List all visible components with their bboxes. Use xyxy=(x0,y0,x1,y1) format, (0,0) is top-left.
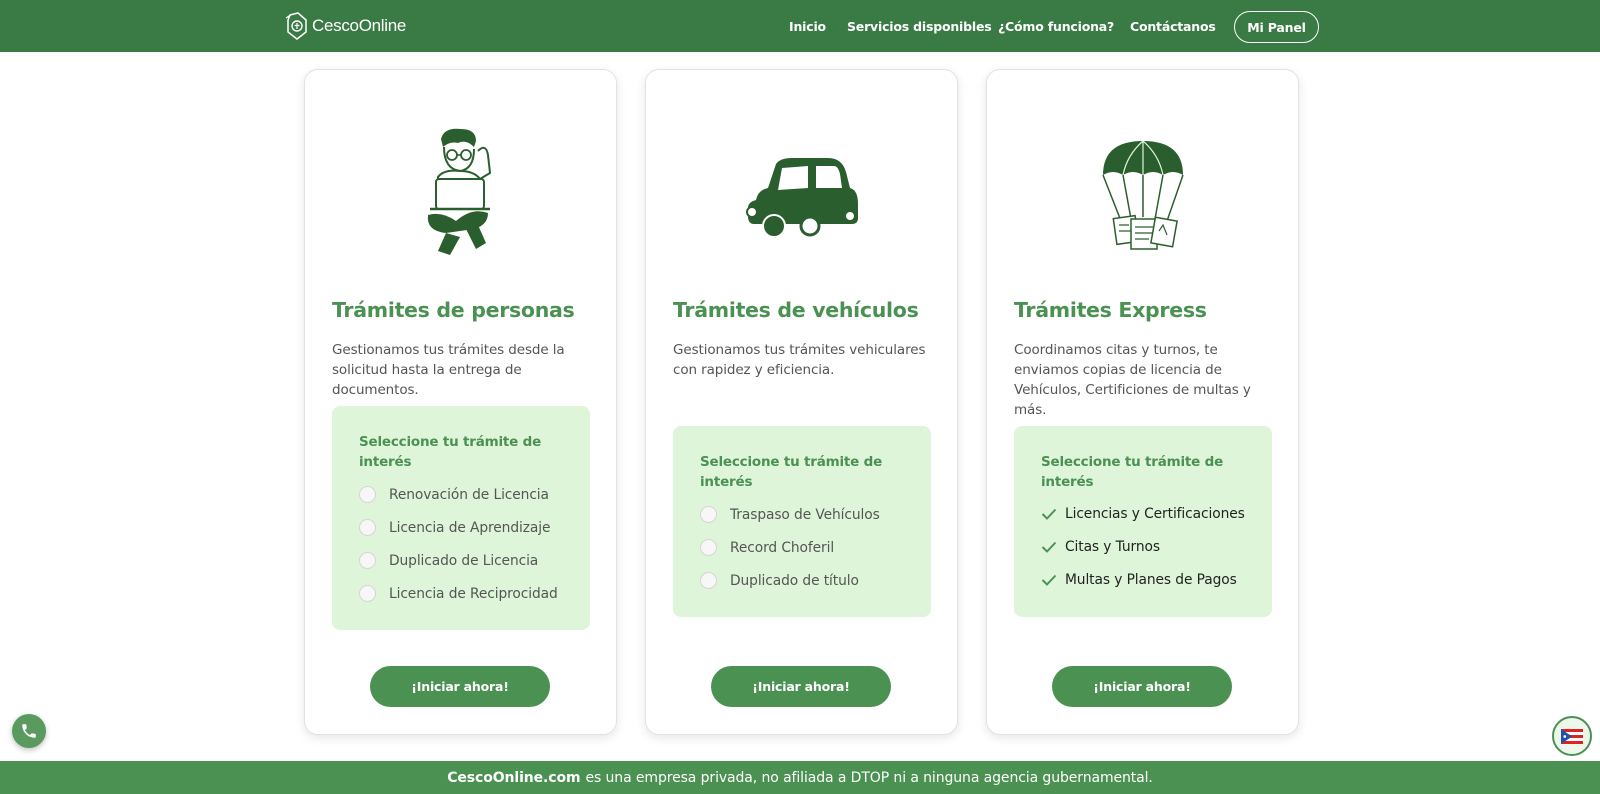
iniciar-ahora-button[interactable]: ¡Iniciar ahora! xyxy=(711,666,891,707)
option-licencia-aprendizaje[interactable]: Licencia de Aprendizaje xyxy=(359,519,550,536)
nav-contactanos[interactable]: Contáctanos xyxy=(1130,19,1216,34)
radio-button[interactable] xyxy=(700,539,717,556)
card-vehiculos: Trámites de vehículos Gestionamos tus tr… xyxy=(645,69,958,735)
brand-name: CescoOnline xyxy=(312,16,407,35)
disclaimer-footer: CescoOnline.com es una empresa privada, … xyxy=(0,761,1600,794)
nav-como-funciona[interactable]: ¿Cómo funciona? xyxy=(998,19,1114,34)
footer-text: es una empresa privada, no afiliada a DT… xyxy=(585,769,1153,786)
option-licencia-reciprocidad[interactable]: Licencia de Reciprocidad xyxy=(359,585,558,602)
option-traspaso-vehiculos[interactable]: Traspaso de Vehículos xyxy=(700,506,880,523)
phone-icon xyxy=(22,724,36,738)
card-express: Trámites Express Coordinamos citas y tur… xyxy=(986,69,1299,735)
parachute-documents-icon xyxy=(987,125,1298,265)
iniciar-ahora-button[interactable]: ¡Iniciar ahora! xyxy=(370,666,550,707)
nav-servicios[interactable]: Servicios disponibles xyxy=(847,19,992,34)
card-description: Gestionamos tus trámites desde la solici… xyxy=(332,342,565,398)
card-title: Trámites de vehículos xyxy=(673,298,919,322)
checkmark-icon xyxy=(1041,574,1059,586)
options-heading: Seleccione tu trámite de interés xyxy=(1041,454,1224,490)
phone-call-button[interactable] xyxy=(12,714,46,748)
person-with-laptop-icon xyxy=(305,125,616,265)
top-navbar: CescoOnline Inicio Servicios disponibles… xyxy=(0,0,1600,52)
checkmark-icon xyxy=(1041,508,1059,520)
options-panel: Seleccione tu trámite de interés Traspas… xyxy=(673,426,931,617)
radio-button[interactable] xyxy=(359,552,376,569)
option-citas-turnos[interactable]: Citas y Turnos xyxy=(1041,539,1160,555)
radio-button[interactable] xyxy=(359,585,376,602)
nav-inicio[interactable]: Inicio xyxy=(789,19,826,34)
options-panel: Seleccione tu trámite de interés Licenci… xyxy=(1014,426,1272,617)
option-record-choferil[interactable]: Record Choferil xyxy=(700,539,834,556)
puerto-rico-flag-icon xyxy=(1561,728,1583,744)
card-title: Trámites de personas xyxy=(332,298,575,322)
logo-icon xyxy=(285,12,307,40)
option-licencias-certificaciones[interactable]: Licencias y Certificaciones xyxy=(1041,506,1245,522)
car-icon xyxy=(646,125,957,265)
options-heading: Seleccione tu trámite de interés xyxy=(700,454,883,490)
options-heading: Seleccione tu trámite de interés xyxy=(359,434,542,470)
radio-button[interactable] xyxy=(700,572,717,589)
language-flag-button[interactable] xyxy=(1552,716,1592,756)
option-duplicado-licencia[interactable]: Duplicado de Licencia xyxy=(359,552,538,569)
mi-panel-button[interactable]: Mi Panel xyxy=(1234,11,1319,43)
card-description: Gestionamos tus trámites vehiculares con… xyxy=(673,342,926,378)
brand-logo[interactable]: CescoOnline xyxy=(284,12,406,40)
radio-button[interactable] xyxy=(359,519,376,536)
card-description: Coordinamos citas y turnos, te enviamos … xyxy=(1014,342,1251,418)
option-renovacion-licencia[interactable]: Renovación de Licencia xyxy=(359,486,549,503)
card-personas: Trámites de personas Gestionamos tus trá… xyxy=(304,69,617,735)
footer-brand: CescoOnline.com xyxy=(447,769,581,786)
card-title: Trámites Express xyxy=(1014,298,1207,322)
iniciar-ahora-button[interactable]: ¡Iniciar ahora! xyxy=(1052,666,1232,707)
radio-button[interactable] xyxy=(700,506,717,523)
option-multas-planes-pagos[interactable]: Multas y Planes de Pagos xyxy=(1041,572,1237,588)
options-panel: Seleccione tu trámite de interés Renovac… xyxy=(332,406,590,630)
radio-button[interactable] xyxy=(359,486,376,503)
option-duplicado-titulo[interactable]: Duplicado de título xyxy=(700,572,859,589)
checkmark-icon xyxy=(1041,541,1059,553)
